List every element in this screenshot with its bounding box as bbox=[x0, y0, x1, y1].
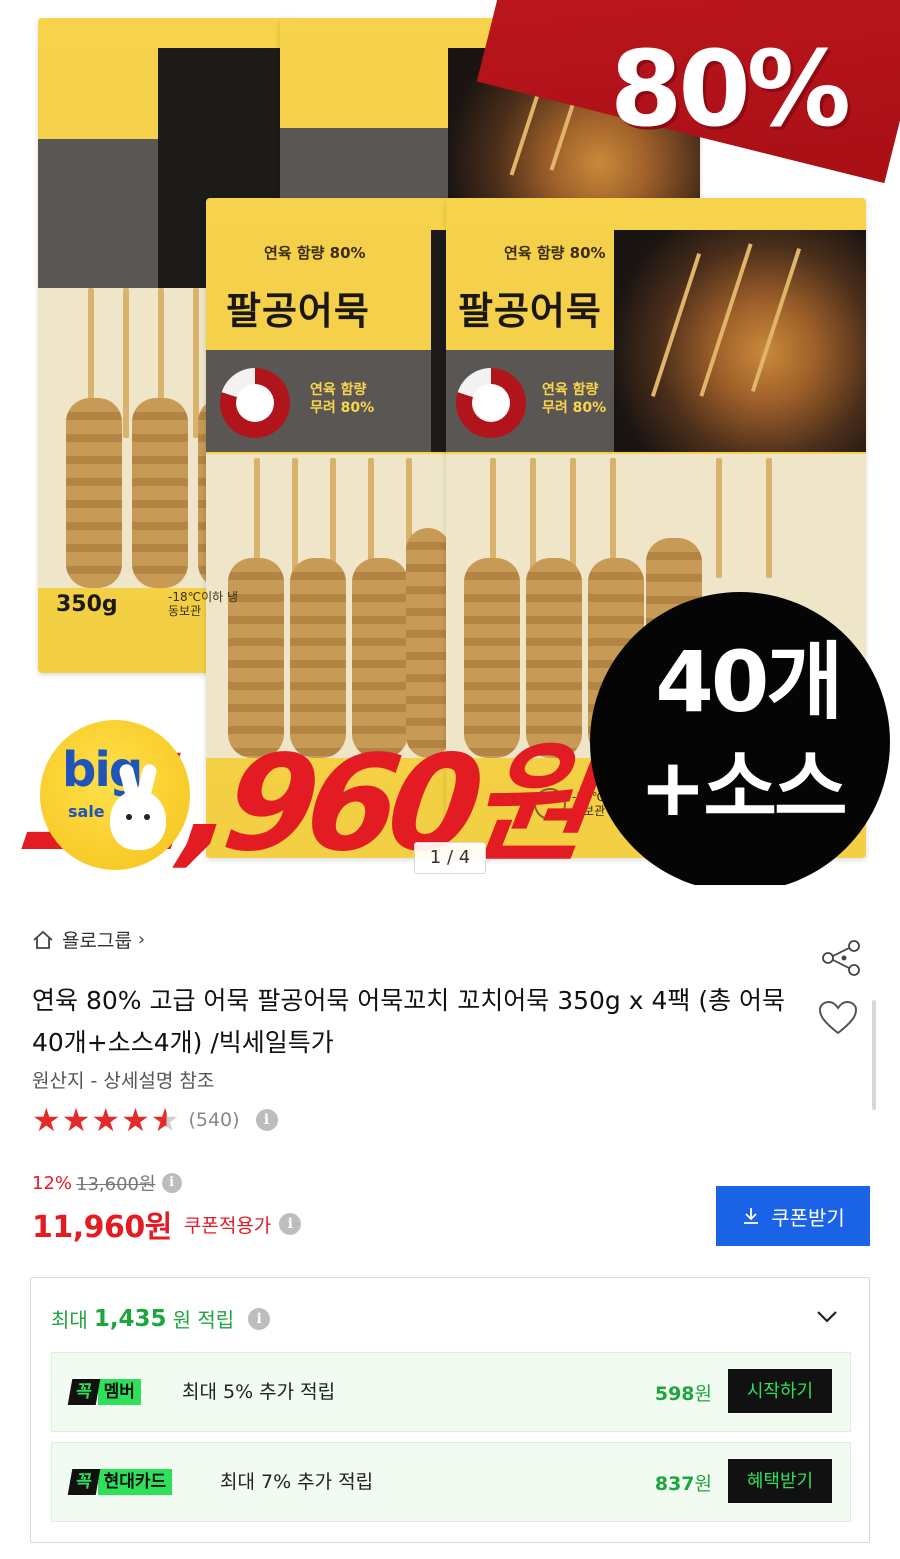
chevron-right-icon: › bbox=[137, 929, 146, 950]
star-icon: ★ bbox=[32, 1101, 61, 1139]
coupon-download-button[interactable]: 쿠폰받기 bbox=[716, 1186, 870, 1246]
card-tag: 꼭 현대카드 bbox=[67, 1469, 173, 1495]
big-sale-badge: big sale bbox=[40, 720, 190, 870]
star-half-icon: ★ bbox=[150, 1101, 180, 1139]
tag-prefix: 꼭 bbox=[67, 1469, 100, 1495]
sale-price: 11,960원 bbox=[32, 1210, 172, 1245]
start-membership-button[interactable]: 시작하기 bbox=[728, 1369, 832, 1413]
share-icon[interactable] bbox=[818, 938, 864, 978]
bunny-mascot-icon bbox=[110, 790, 166, 850]
chevron-down-icon[interactable] bbox=[815, 1308, 839, 1326]
tag-label: 멤버 bbox=[97, 1379, 141, 1405]
pack-name-label: 팔공어묵 bbox=[226, 288, 370, 333]
promo-count-line1: 40개 bbox=[655, 633, 843, 731]
reward-box: 최대 1,435 원 적립 i 꼭 멤버 최대 5% 추가 적립 598원 시작… bbox=[30, 1277, 870, 1543]
info-icon[interactable]: i bbox=[161, 1173, 182, 1193]
price-row: 11,960원 쿠폰적용가 i bbox=[32, 1202, 302, 1246]
reward-summary[interactable]: 최대 1,435 원 적립 i bbox=[51, 1304, 271, 1333]
big-sale-sale: sale bbox=[68, 802, 105, 821]
original-price: 13,600원 bbox=[76, 1174, 156, 1195]
home-icon bbox=[33, 930, 53, 949]
product-image-carousel[interactable]: 연육 함량 80% 팔공어묵 연육 함량 무려 80% 연육 함량 80% 팔공어… bbox=[0, 0, 900, 885]
reward-desc: 최대 5% 추가 적립 bbox=[182, 1381, 336, 1403]
star-icon: ★ bbox=[91, 1101, 121, 1139]
get-benefit-button[interactable]: 혜택받기 bbox=[728, 1459, 832, 1503]
tag-prefix: 꼭 bbox=[67, 1379, 100, 1405]
discount-row: 12% 13,600원 i bbox=[32, 1170, 182, 1196]
heart-icon[interactable] bbox=[818, 1000, 858, 1036]
seller-name: 욜로그룹 bbox=[62, 930, 132, 952]
frozen-storage-label: -18℃이하 냉동보관 bbox=[168, 590, 239, 619]
info-icon[interactable]: i bbox=[248, 1307, 271, 1330]
product-title: 연육 80% 고급 어묵 팔공어묵 어묵꼬치 꼬치어묵 350g x 4팩 (총… bbox=[32, 986, 786, 1057]
reward-row-member: 꼭 멤버 최대 5% 추가 적립 598원 시작하기 bbox=[51, 1352, 851, 1432]
reward-prefix: 최대 bbox=[51, 1308, 88, 1332]
star-rating: ★ ★ ★ ★ ★ bbox=[32, 1104, 180, 1136]
rating-row[interactable]: ★ ★ ★ ★ ★ (540) i bbox=[32, 1104, 278, 1136]
reward-points: 837원 bbox=[654, 1473, 712, 1495]
promo-percent: 80% bbox=[610, 28, 851, 150]
reward-desc: 최대 7% 추가 적립 bbox=[220, 1471, 374, 1493]
reward-amount: 1,435 bbox=[93, 1305, 167, 1332]
product-origin: 원산지 - 상세설명 참조 bbox=[32, 1070, 215, 1092]
member-tag: 꼭 멤버 bbox=[67, 1379, 141, 1405]
reward-row-card: 꼭 현대카드 최대 7% 추가 적립 837원 혜택받기 bbox=[51, 1442, 851, 1522]
pack-weight-label: 350g bbox=[56, 592, 118, 617]
scrollbar[interactable] bbox=[872, 1000, 876, 1110]
image-pager: 1 / 4 bbox=[414, 842, 486, 874]
coupon-price-label: 쿠폰적용가 bbox=[183, 1214, 272, 1237]
coupon-button-label: 쿠폰받기 bbox=[771, 1207, 845, 1230]
star-icon: ★ bbox=[61, 1101, 91, 1139]
download-icon bbox=[744, 1208, 759, 1224]
seller-link[interactable]: 욜로그룹 › bbox=[32, 926, 145, 953]
info-icon[interactable]: i bbox=[279, 1213, 302, 1235]
reward-points: 598원 bbox=[654, 1383, 712, 1405]
reward-suffix: 원 적립 bbox=[172, 1308, 235, 1332]
info-icon[interactable]: i bbox=[255, 1109, 278, 1131]
promo-count-line2: +소스 bbox=[639, 741, 847, 834]
star-icon: ★ bbox=[121, 1101, 150, 1139]
tag-label: 현대카드 bbox=[97, 1469, 173, 1495]
review-count: (540) bbox=[188, 1109, 240, 1131]
discount-rate: 12% bbox=[32, 1172, 73, 1194]
